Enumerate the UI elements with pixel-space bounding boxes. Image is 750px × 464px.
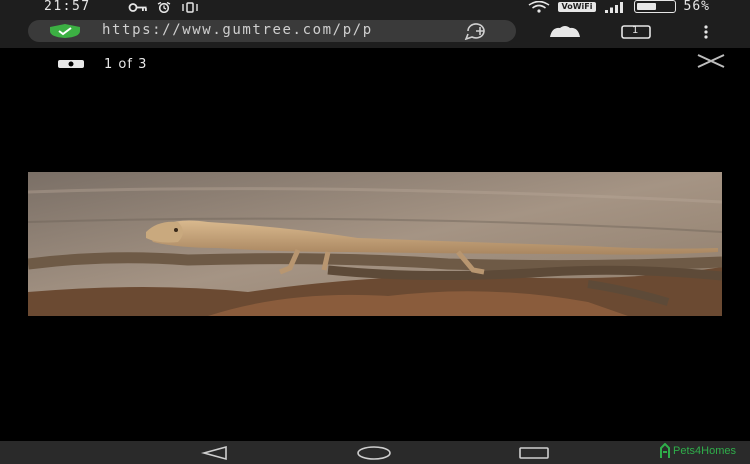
status-time: 21:57	[44, 0, 91, 14]
gallery-photo[interactable]	[28, 172, 722, 316]
bearded-dragon-image	[28, 172, 722, 316]
add-page-icon[interactable]	[462, 22, 498, 40]
recents-button[interactable]	[518, 445, 550, 461]
pets4homes-watermark: Pets4Homes	[659, 443, 736, 459]
gallery-header: 1 of 3	[0, 48, 750, 78]
address-bar[interactable]: https://www.gumtree.com/p/p	[28, 20, 516, 42]
signal-icon	[604, 1, 623, 13]
camera-icon	[58, 60, 84, 68]
close-icon[interactable]	[695, 52, 727, 70]
alarm-icon	[157, 2, 171, 13]
navigation-bar: Pets4Homes	[0, 441, 750, 464]
extension-icon[interactable]	[548, 24, 582, 40]
vowifi-badge: VoWiFi	[558, 1, 596, 12]
battery-fill	[636, 3, 656, 10]
back-button[interactable]	[200, 445, 230, 461]
overflow-menu-icon[interactable]	[702, 24, 710, 40]
url-text[interactable]: https://www.gumtree.com/p/p	[102, 22, 472, 38]
browser-toolbar: https://www.gumtree.com/p/p 1	[0, 16, 750, 48]
home-button[interactable]	[356, 445, 392, 461]
pets4homes-logo-icon	[660, 443, 671, 458]
key-icon	[128, 3, 147, 12]
wifi-icon	[529, 0, 550, 13]
status-system-icons: VoWiFi 56%	[528, 0, 710, 14]
watermark-text: Pets4Homes	[673, 445, 736, 457]
security-shield-icon[interactable]	[48, 23, 82, 39]
status-bar: 21:57 VoWiFi 56%	[0, 0, 750, 16]
image-counter: 1 of 3	[104, 57, 148, 72]
tab-count: 1	[632, 25, 639, 36]
battery-icon	[633, 0, 676, 13]
status-notification-icons	[128, 2, 200, 13]
battery-percent: 56%	[683, 0, 710, 14]
vibrate-icon	[182, 2, 198, 13]
